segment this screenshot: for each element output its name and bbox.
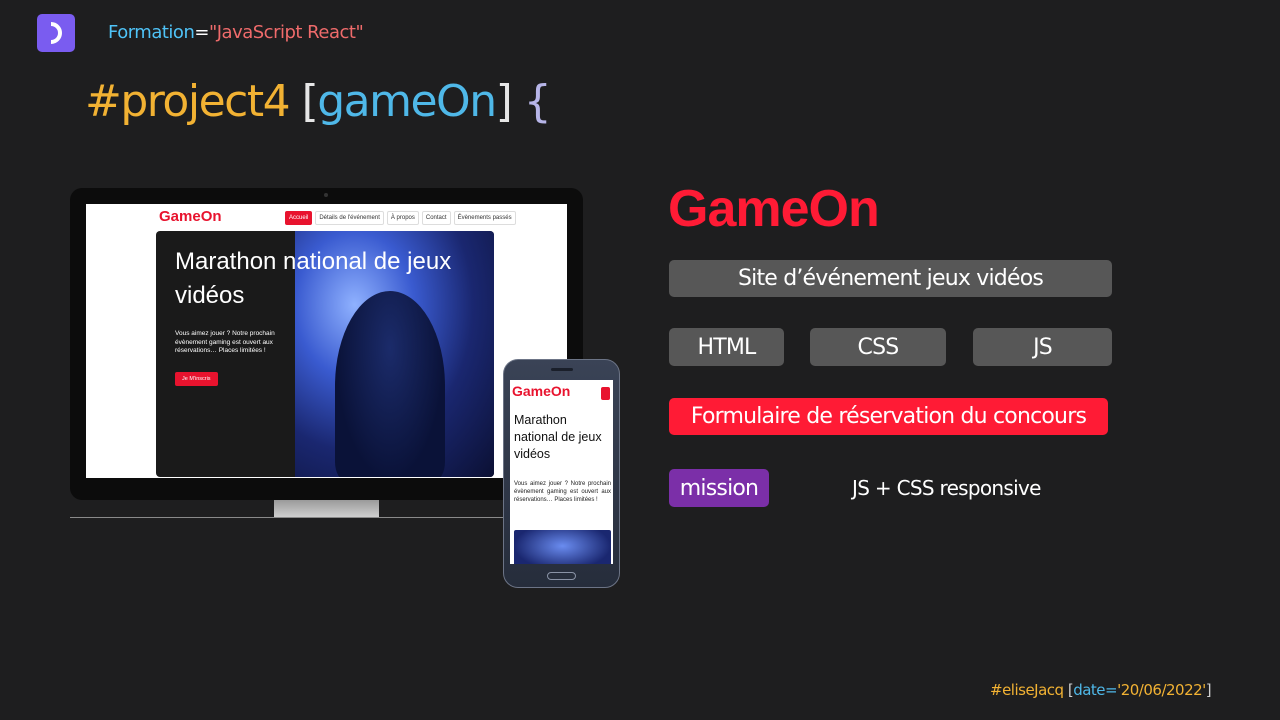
- nav-item-home: Accueil: [285, 211, 313, 225]
- feature-pill: Formulaire de réservation du concours: [669, 398, 1108, 435]
- logo-icon: [50, 22, 62, 44]
- nav-item-past-events: Évènements passés: [453, 211, 516, 225]
- desktop-hero: Marathon national de jeux vidéos Vous ai…: [156, 231, 494, 477]
- desktop-signup-button: Je M'inscris: [175, 372, 218, 386]
- mobile-hero-title: Marathon national de jeux vidéos: [514, 413, 602, 461]
- hamburger-menu-icon: [601, 387, 610, 400]
- phone-mockup: GameOn Marathon national de jeux vidéos …: [503, 359, 620, 588]
- footer-close-bracket: ]: [1205, 681, 1212, 699]
- footer-open-bracket: [: [1063, 681, 1074, 699]
- mobile-hero-text: Vous aimez jouer ? Notre prochain évènem…: [514, 481, 611, 503]
- nav-item-details: Détails de l'événement: [315, 211, 384, 225]
- desktop-hero-title: Marathon national de jeux vidéos: [175, 248, 452, 309]
- formation-equals: =: [194, 22, 209, 43]
- project-number: #project4: [85, 76, 291, 127]
- title-open-bracket: [: [289, 76, 319, 127]
- openclassrooms-logo: [37, 14, 75, 52]
- monitor-stand: [274, 500, 379, 517]
- title-brace: {: [511, 76, 552, 127]
- nav-item-about: À propos: [386, 211, 419, 225]
- formation-key: Formation: [108, 22, 195, 43]
- desktop-nav: Accueil Détails de l'événement À propos …: [285, 211, 516, 225]
- tech-pill-css: CSS: [810, 328, 946, 366]
- date-value: '20/06/2022': [1117, 681, 1206, 699]
- monitor-camera: [324, 193, 328, 197]
- desktop-screen: GameOn Accueil Détails de l'événement À …: [86, 204, 567, 478]
- desktop-hero-text: Vous aimez jouer ? Notre prochain évènem…: [175, 330, 275, 354]
- tech-pill-html: HTML: [669, 328, 784, 366]
- formation-value: "JavaScript React": [208, 22, 364, 43]
- phone-screen: GameOn Marathon national de jeux vidéos …: [510, 380, 613, 564]
- project-name: gameOn: [317, 76, 497, 127]
- mobile-hero-image: [514, 530, 611, 564]
- author-name: #eliseJacq: [990, 681, 1064, 699]
- formation-label: Formation="JavaScript React": [108, 22, 364, 43]
- nav-item-contact: Contact: [421, 211, 451, 225]
- mobile-site-logo: GameOn: [512, 383, 571, 399]
- subtitle-pill: Site d’événement jeux vidéos: [669, 260, 1112, 297]
- project-title: #project4 [gameOn] {: [85, 76, 552, 127]
- mission-badge: mission: [669, 469, 769, 507]
- mission-description: JS + CSS responsive: [852, 476, 1041, 500]
- desktop-site-logo: GameOn: [159, 208, 222, 225]
- footer-signature: #eliseJacq [date='20/06/2022']: [990, 681, 1212, 699]
- tech-pill-js: JS: [973, 328, 1112, 366]
- date-key: date=: [1073, 681, 1118, 699]
- title-close-bracket: ]: [495, 76, 513, 127]
- phone-speaker: [551, 368, 573, 371]
- gameon-brand-logo: GameOn: [668, 180, 880, 238]
- phone-home-button: [547, 572, 576, 580]
